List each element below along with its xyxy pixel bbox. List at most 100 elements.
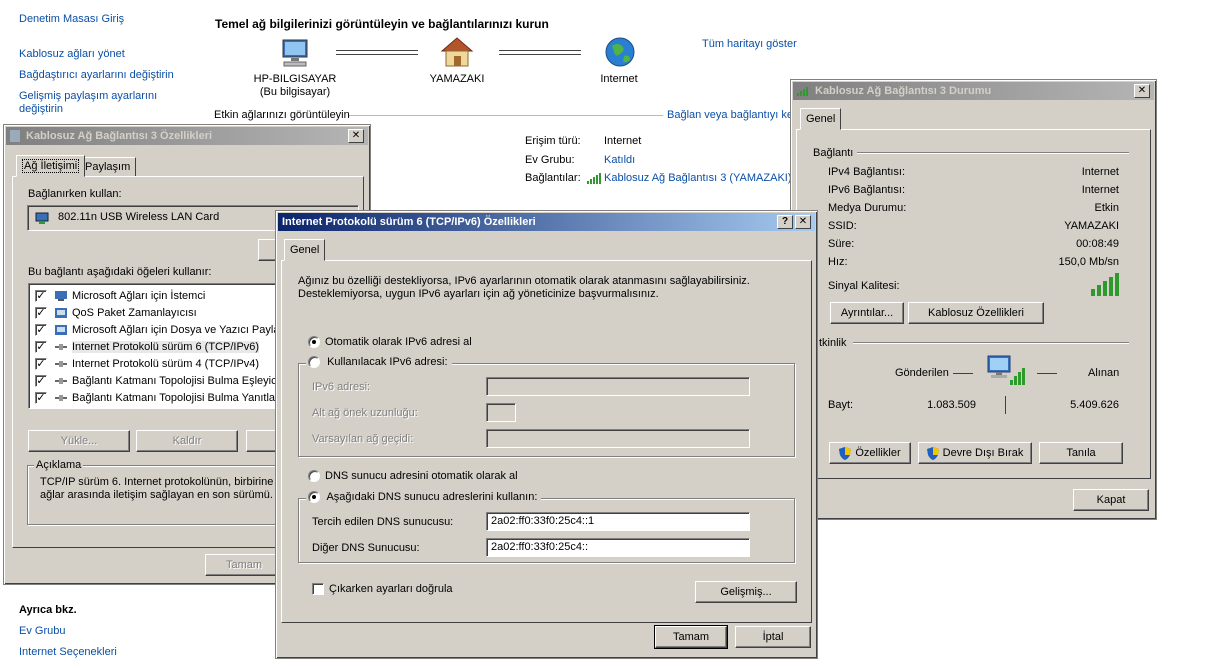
separator [853, 342, 1129, 344]
alternate-dns-input[interactable]: 2a02:ff0:33f0:25c4:: [486, 538, 750, 557]
map-connector [499, 50, 581, 55]
connections-label: Bağlantılar: [525, 172, 581, 184]
home-icon [440, 36, 474, 71]
bytes-divider [1005, 396, 1006, 414]
diagnose-button[interactable]: Tanıla [1039, 442, 1123, 464]
help-button[interactable]: ? [777, 215, 793, 229]
homegroup-label: Ev Grubu: [525, 154, 575, 166]
properties-titlebar: Kablosuz Ağ Bağlantısı 3 Özellikleri ✕ [6, 127, 368, 145]
list-item[interactable]: ✓ Internet Protokolü sürüm 6 (TCP/IPv6) [35, 338, 260, 355]
connect-disconnect-link[interactable]: Bağlan veya bağlantıyı ke [667, 109, 793, 121]
manual-dns-radio[interactable] [308, 491, 320, 504]
validate-checkbox[interactable] [312, 583, 324, 595]
advanced-button[interactable]: Gelişmiş... [695, 581, 797, 603]
item-checkbox[interactable]: ✓ [35, 306, 47, 319]
item-checkbox[interactable]: ✓ [35, 391, 47, 404]
item-checkbox[interactable]: ✓ [35, 289, 47, 302]
node-computer-sub: (Bu bilgisayar) [259, 86, 331, 98]
tab-sharing[interactable]: Paylaşım [79, 157, 137, 177]
list-item[interactable]: ✓ QoS Paket Zamanlayıcısı [35, 304, 197, 321]
description-line-1: TCP/IP sürüm 6. Internet protokolünün, b… [40, 476, 283, 488]
qos-icon [53, 306, 69, 320]
manual-ip-radio[interactable] [308, 356, 320, 369]
ipv6-connectivity-value: Internet [1081, 184, 1119, 196]
remove-button[interactable]: Kaldır [136, 430, 238, 452]
homegroup-see-also-link[interactable]: Ev Grubu [19, 625, 65, 637]
ipv6-titlebar: Internet Protokolü sürüm 6 (TCP/IPv6) Öz… [278, 213, 815, 231]
internet-options-link[interactable]: Internet Seçenekleri [19, 646, 117, 658]
status-close-button[interactable]: Kapat [1073, 489, 1149, 511]
prefix-length-label: Alt ağ önek uzunluğu: [312, 407, 418, 419]
homegroup-link[interactable]: Katıldı [604, 154, 635, 166]
tab-general[interactable]: Genel [284, 239, 326, 261]
validate-label: Çıkarken ayarları doğrula [329, 583, 453, 595]
item-checkbox[interactable]: ✓ [35, 323, 47, 336]
wifi-signal-icon [586, 172, 602, 187]
properties-title: Kablosuz Ağ Bağlantısı 3 Özellikleri [26, 130, 213, 142]
list-item[interactable]: ✓ Microsoft Ağları için Dosya ve Yazıcı P… [35, 321, 285, 338]
active-networks-label: Etkin ağlarınızı görüntüleyin [214, 109, 350, 121]
change-adapter-settings-link[interactable]: Bağdaştırıcı ayarlarını değiştirin [19, 69, 174, 81]
default-gateway-input[interactable] [486, 429, 750, 448]
access-type-label: Erişim türü: [525, 135, 581, 147]
alternate-dns-label: Diğer DNS Sunucusu: [312, 542, 420, 554]
tab-networking[interactable]: Ağ İletişimi [16, 155, 86, 177]
client-icon [53, 289, 69, 303]
ipv6-address-input[interactable] [486, 377, 750, 396]
item-checkbox[interactable]: ✓ [35, 374, 47, 387]
details-button[interactable]: Ayrıntılar... [830, 302, 904, 324]
auto-dns-label: DNS sunucu adresini otomatik olarak al [325, 470, 518, 482]
properties-ok-button[interactable]: Tamam [205, 554, 283, 576]
status-title: Kablosuz Ağ Bağlantısı 3 Durumu [815, 85, 992, 97]
signal-bars-icon [1090, 272, 1120, 299]
auto-ip-label: Otomatik olarak IPv6 adresi al [325, 336, 472, 348]
description-label: Açıklama [34, 459, 84, 471]
access-type-value: Internet [604, 135, 642, 147]
item-checkbox[interactable]: ✓ [35, 340, 47, 353]
disable-button[interactable]: Devre Dışı Bırak [918, 442, 1032, 464]
ipv6-close-x-button[interactable]: ✕ [795, 215, 811, 229]
protocol-icon [53, 391, 69, 405]
ssid-value: YAMAZAKI [1064, 220, 1119, 232]
preferred-dns-input[interactable]: 2a02:ff0:33f0:25c4::1 [486, 512, 750, 531]
auto-ip-radio[interactable] [308, 336, 320, 348]
ipv6-connectivity-label: IPv6 Bağlantısı: [828, 184, 906, 196]
prefix-length-input[interactable] [486, 403, 516, 422]
manual-ip-radio-row: Kullanılacak IPv6 adresi: [306, 356, 452, 369]
tab-general[interactable]: Genel [800, 108, 842, 130]
manual-dns-radio-row: Aşağıdaki DNS sunucu adreslerini kullanı… [306, 491, 542, 504]
see-full-map-link[interactable]: Tüm haritayı göster [702, 38, 797, 50]
node-router-name: YAMAZAKI [429, 73, 485, 85]
wireless-properties-button[interactable]: Kablosuz Özellikleri [908, 302, 1044, 324]
status-close-x-button[interactable]: ✕ [1134, 84, 1150, 98]
list-item[interactable]: ✓ Microsoft Ağları için İstemci [35, 287, 205, 304]
install-button[interactable]: Yükle... [28, 430, 130, 452]
items-label: Bu bağlantı aşağıdaki öğeleri kullanır: [28, 266, 212, 278]
list-item[interactable]: ✓ Internet Protokolü sürüm 4 (TCP/IPv4) [35, 355, 259, 372]
auto-dns-radio[interactable] [308, 470, 320, 482]
status-properties-button[interactable]: Özellikler [829, 442, 911, 464]
connection-link[interactable]: Kablosuz Ağ Bağlantısı 3 (YAMAZAKI) [604, 172, 792, 184]
advanced-sharing-link[interactable]: Gelişmiş paylaşım ayarlarını [19, 90, 157, 102]
properties-close-button[interactable]: ✕ [348, 129, 364, 143]
manage-wireless-link[interactable]: Kablosuz ağları yönet [19, 48, 125, 60]
list-item[interactable]: ✓ Bağlantı Katmanı Topolojisi Bulma Yanıt… [35, 389, 292, 406]
sent-label: Gönderilen [895, 367, 949, 379]
list-item[interactable]: ✓ Bağlantı Katmanı Topolojisi Bulma Eşley… [35, 372, 287, 389]
item-checkbox[interactable]: ✓ [35, 357, 47, 370]
signal-quality-label: Sinyal Kalitesi: [828, 280, 900, 292]
shield-icon [839, 446, 852, 460]
ipv6-ok-button[interactable]: Tamam [654, 625, 728, 649]
preferred-dns-label: Tercih edilen DNS sunucusu: [312, 516, 454, 528]
intro-line-1: Ağınız bu özelliği destekliyorsa, IPv6 a… [298, 275, 750, 287]
ipv6-cancel-button[interactable]: İptal [735, 626, 811, 648]
advanced-sharing-link-cont[interactable]: değiştirin [19, 103, 63, 115]
media-state-value: Etkin [1094, 202, 1119, 214]
page-heading: Temel ağ bilgilerinizi görüntüleyin ve b… [215, 17, 549, 31]
ipv6-address-label: IPv6 adresi: [312, 381, 371, 393]
ipv6-properties-dialog: Internet Protokolü sürüm 6 (TCP/IPv6) Öz… [275, 210, 818, 659]
control-panel-home-link[interactable]: Denetim Masası Giriş [19, 13, 124, 25]
globe-icon [604, 36, 636, 71]
sent-line [953, 373, 973, 374]
duration-value: 00:08:49 [1076, 238, 1119, 250]
